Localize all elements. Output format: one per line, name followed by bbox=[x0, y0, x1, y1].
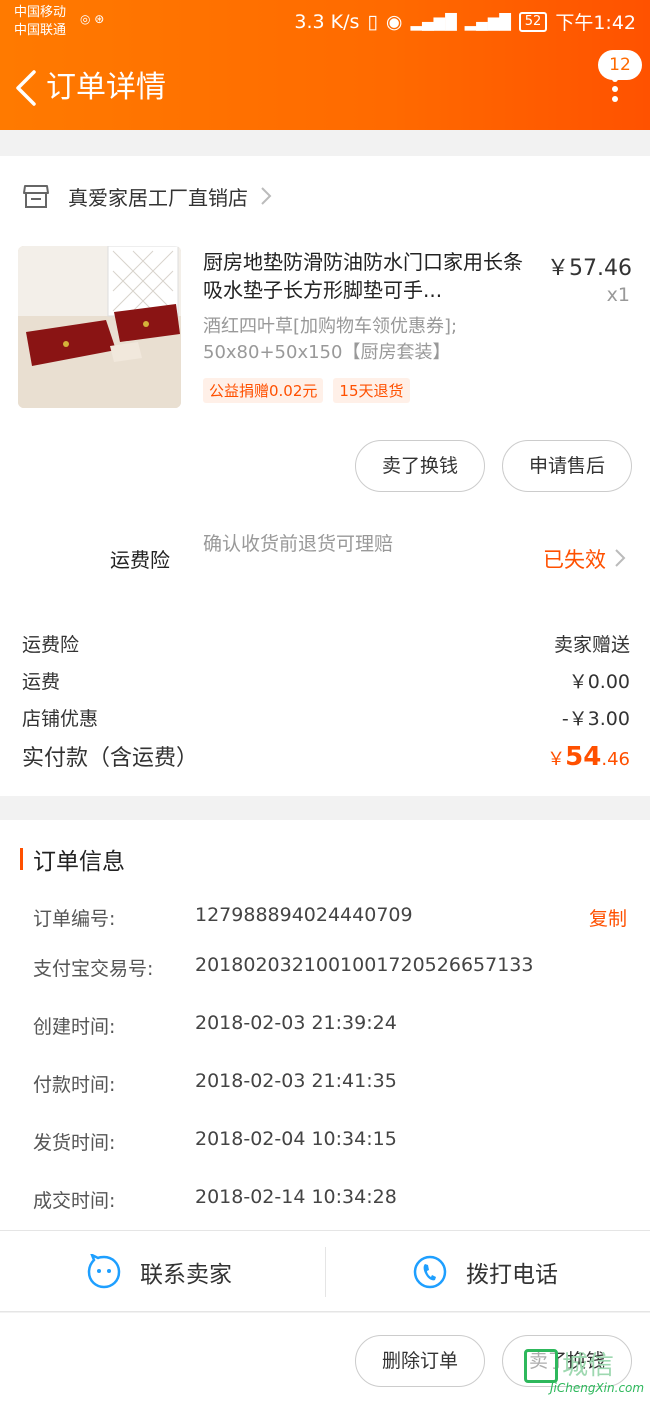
info-label: 支付宝交易号: bbox=[33, 958, 154, 980]
total-decimal: .46 bbox=[601, 749, 630, 770]
call-phone-label: 拨打电话 bbox=[466, 1262, 558, 1288]
battery-icon: 52 bbox=[518, 11, 548, 32]
product-image[interactable] bbox=[18, 246, 181, 408]
contact-seller-label: 联系卖家 bbox=[140, 1262, 232, 1288]
network-speed: 3.3 K/s bbox=[294, 10, 360, 33]
info-label: 创建时间: bbox=[33, 1016, 116, 1038]
product-price: ￥57.46 bbox=[547, 256, 632, 281]
back-icon[interactable] bbox=[12, 66, 42, 110]
total-integer: 54 bbox=[565, 742, 602, 772]
info-label: 订单编号: bbox=[33, 908, 116, 930]
call-phone-button[interactable]: 拨打电话 bbox=[412, 1231, 558, 1313]
sell-button[interactable]: 卖了换钱 bbox=[355, 440, 485, 492]
fee-label: 运费险 bbox=[22, 634, 80, 656]
carrier-2: 中国联通 bbox=[14, 23, 67, 38]
page-title: 订单详情 bbox=[46, 70, 166, 105]
notification-icons: ◎ ⊛ bbox=[80, 12, 105, 26]
info-value: 127988894024440709 bbox=[195, 904, 413, 926]
order-info-card: 订单信息 订单编号: 127988894024440709 复制 支付宝交易号:… bbox=[0, 820, 650, 1230]
vibrate-icon: ▯ bbox=[367, 10, 378, 33]
delete-order-button[interactable]: 删除订单 bbox=[355, 1335, 485, 1387]
tag-donation: 公益捐赠0.02元 bbox=[203, 378, 324, 403]
section-accent-bar bbox=[20, 848, 23, 870]
watermark-text: 城信 bbox=[562, 1351, 615, 1381]
fee-value: ￥0.00 bbox=[568, 671, 630, 693]
info-value: 2018020321001001720526657133 bbox=[195, 954, 534, 976]
total-amount: ￥54.46 bbox=[547, 742, 630, 772]
product-tags: 公益捐赠0.02元 15天退货 bbox=[203, 378, 410, 403]
fee-label: 运费 bbox=[22, 671, 61, 693]
order-info-title: 订单信息 bbox=[33, 849, 125, 875]
fee-value: 卖家赠送 bbox=[553, 634, 630, 656]
message-badge[interactable]: 12 bbox=[598, 50, 642, 80]
product-quantity: x1 bbox=[606, 284, 630, 306]
carrier-info: 中国移动 中国联通 bbox=[14, 4, 66, 40]
chevron-right-icon bbox=[261, 187, 272, 205]
total-currency: ￥ bbox=[547, 749, 566, 770]
info-label: 发货时间: bbox=[33, 1132, 116, 1154]
info-label: 付款时间: bbox=[33, 1074, 116, 1096]
insurance-desc: 确认收货前退货可理赔 bbox=[203, 533, 394, 555]
store-icon bbox=[23, 185, 49, 208]
watermark: 城信 JiChengXin.com bbox=[524, 1343, 645, 1397]
info-value: 2018-02-03 21:39:24 bbox=[195, 1012, 397, 1034]
fee-value: -￥3.00 bbox=[561, 708, 630, 730]
store-row[interactable]: 真爱家居工厂直销店 bbox=[22, 178, 272, 214]
contact-bar: 联系卖家 拨打电话 bbox=[0, 1230, 650, 1312]
info-value: 2018-02-03 21:41:35 bbox=[195, 1070, 397, 1092]
nav-bar: 订单详情 12 bbox=[0, 50, 650, 122]
total-row: 实付款（含运费） ￥54.46 bbox=[22, 740, 630, 772]
status-right: 3.3 K/s ▯ ◉ ▂▄▆█ ▂▄▆█ 52 下午1:42 bbox=[294, 8, 636, 35]
divider bbox=[325, 1247, 326, 1297]
signal-icon-2: ▂▄▆█ bbox=[464, 12, 511, 31]
fee-label: 店铺优惠 bbox=[22, 708, 99, 730]
info-value: 2018-02-04 10:34:15 bbox=[195, 1128, 397, 1150]
more-icon[interactable] bbox=[610, 76, 620, 104]
insurance-status[interactable]: 已失效 bbox=[543, 544, 606, 574]
chat-face-icon bbox=[87, 1254, 121, 1289]
clock: 下午1:42 bbox=[555, 12, 636, 34]
tag-return: 15天退货 bbox=[333, 378, 410, 403]
order-card: 真爱家居工厂直销店 厨房地垫防滑防油防水门口家用长条吸水垫子长方形脚垫可手...… bbox=[0, 156, 650, 796]
watermark-sub: JiChengXin.com bbox=[550, 1381, 645, 1395]
contact-seller-button[interactable]: 联系卖家 bbox=[86, 1231, 232, 1313]
header: 中国移动 中国联通 ◎ ⊛ 3.3 K/s ▯ ◉ ▂▄▆█ ▂▄▆█ 52 下… bbox=[0, 0, 650, 130]
signal-icon: ▂▄▆█ bbox=[410, 12, 457, 31]
after-sale-button[interactable]: 申请售后 bbox=[502, 440, 632, 492]
total-label: 实付款（含运费） bbox=[22, 746, 199, 771]
copy-button[interactable]: 复制 bbox=[589, 904, 627, 931]
fee-row-shipping: 运费 ￥0.00 bbox=[22, 667, 630, 694]
product-sku: 酒红四叶草[加购物车领优惠券]; 50x80+50x150【厨房套装】 bbox=[203, 316, 458, 363]
fee-row-discount: 店铺优惠 -￥3.00 bbox=[22, 704, 630, 731]
store-name: 真爱家居工厂直销店 bbox=[68, 185, 248, 210]
chevron-right-icon[interactable] bbox=[614, 548, 626, 568]
status-bar: 中国移动 中国联通 ◎ ⊛ 3.3 K/s ▯ ◉ ▂▄▆█ ▂▄▆█ 52 下… bbox=[0, 0, 650, 44]
info-label: 成交时间: bbox=[33, 1190, 116, 1212]
watermark-logo-icon bbox=[524, 1349, 558, 1383]
carrier-1: 中国移动 bbox=[14, 5, 67, 20]
insurance-label: 运费险 bbox=[110, 548, 170, 572]
phone-icon bbox=[413, 1255, 447, 1289]
product-title[interactable]: 厨房地垫防滑防油防水门口家用长条吸水垫子长方形脚垫可手... bbox=[203, 248, 533, 304]
info-value: 2018-02-14 10:34:28 bbox=[195, 1186, 397, 1208]
fee-row-insurance: 运费险 卖家赠送 bbox=[22, 630, 630, 657]
eye-icon: ◉ bbox=[385, 10, 403, 33]
